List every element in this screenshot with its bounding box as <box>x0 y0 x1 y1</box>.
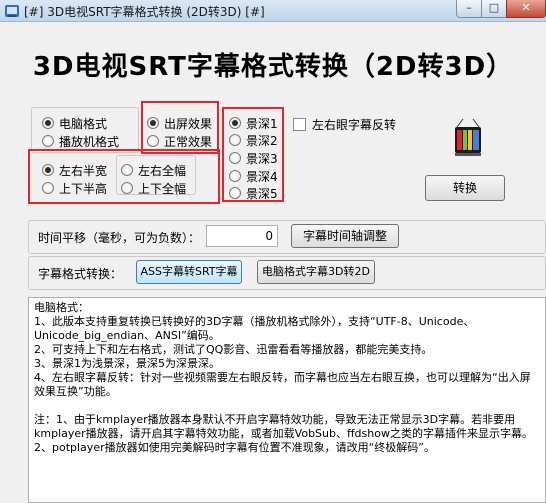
radio-label: 播放机格式 <box>59 134 120 149</box>
radio-dot <box>147 135 159 147</box>
radio-lr-half[interactable]: 左右半宽 <box>42 162 107 178</box>
notes-textarea[interactable]: 电脑格式： 1、此版本支持重复转换已转换好的3D字幕（播放机格式除外），支持“U… <box>28 297 546 503</box>
radio-label: 电脑格式 <box>59 116 108 131</box>
radio-label: 上下半高 <box>59 181 108 196</box>
title-bar[interactable]: [#] 3D电视SRT字幕格式转换 (2D转3D) [#] – □ ✕ <box>0 0 546 22</box>
checkbox-label: 左右眼字幕反转 <box>312 118 397 132</box>
radio-dot <box>229 170 241 182</box>
radio-lr-full[interactable]: 左右全幅 <box>121 162 186 178</box>
time-shift-input[interactable]: 0 <box>206 225 278 247</box>
main-window: 3D电视SRT字幕格式转换（2D转3D） 电脑格式 播放机格式 出屏效果 正常效… <box>0 22 546 503</box>
convert-button[interactable]: 转换 <box>425 175 505 201</box>
minimize-button[interactable]: – <box>456 0 482 18</box>
radio-dot <box>121 164 133 176</box>
radio-label: 景深5 <box>246 186 278 201</box>
radio-label: 左右全幅 <box>138 163 187 178</box>
radio-tb-full[interactable]: 上下全幅 <box>121 180 186 196</box>
radio-dot <box>229 117 241 129</box>
radio-label: 景深4 <box>246 169 278 184</box>
reverse-eye-checkbox[interactable]: 左右眼字幕反转 <box>293 116 396 133</box>
time-shift-label: 时间平移（毫秒，可为负数）： <box>38 231 201 245</box>
checkbox-box <box>293 118 306 131</box>
radio-label: 景深2 <box>246 133 278 148</box>
radio-label: 正常效果 <box>164 134 213 149</box>
radio-dot <box>229 152 241 164</box>
radio-dot <box>42 182 54 194</box>
radio-dot <box>121 182 133 194</box>
radio-label: 景深3 <box>246 151 278 166</box>
adjust-timeline-button[interactable]: 字幕时间轴调整 <box>291 224 399 248</box>
app-icon <box>5 5 19 17</box>
radio-dot <box>229 187 241 199</box>
radio-out-effect[interactable]: 出屏效果 <box>147 115 212 131</box>
radio-depth-3[interactable]: 景深3 <box>229 150 278 166</box>
pc-3d-to-2d-button[interactable]: 电脑格式字幕3D转2D <box>257 260 375 284</box>
radio-player-format[interactable]: 播放机格式 <box>42 133 119 149</box>
radio-depth-1[interactable]: 景深1 <box>229 115 278 131</box>
radio-dot <box>42 117 54 129</box>
radio-label: 左右半宽 <box>59 163 108 178</box>
window-title: [#] 3D电视SRT字幕格式转换 (2D转3D) [#] <box>24 5 265 19</box>
close-button[interactable]: ✕ <box>506 0 546 18</box>
radio-dot <box>42 135 54 147</box>
app-logo-icon <box>455 118 481 156</box>
radio-dot <box>147 117 159 129</box>
page-title: 3D电视SRT字幕格式转换（2D转3D） <box>32 52 514 82</box>
radio-depth-4[interactable]: 景深4 <box>229 168 278 184</box>
radio-dot <box>229 134 241 146</box>
radio-tb-half[interactable]: 上下半高 <box>42 180 107 196</box>
radio-label: 出屏效果 <box>164 116 213 131</box>
radio-normal-effect[interactable]: 正常效果 <box>147 133 212 149</box>
radio-label: 上下全幅 <box>138 181 187 196</box>
radio-dot <box>42 164 54 176</box>
radio-label: 景深1 <box>246 116 278 131</box>
radio-depth-2[interactable]: 景深2 <box>229 132 278 148</box>
ass-to-srt-button[interactable]: ASS字幕转SRT字幕 <box>136 260 242 284</box>
maximize-button[interactable]: □ <box>481 0 507 18</box>
radio-pc-format[interactable]: 电脑格式 <box>42 115 107 131</box>
radio-depth-5[interactable]: 景深5 <box>229 185 278 201</box>
subtitle-convert-label: 字幕格式转换： <box>38 267 123 281</box>
